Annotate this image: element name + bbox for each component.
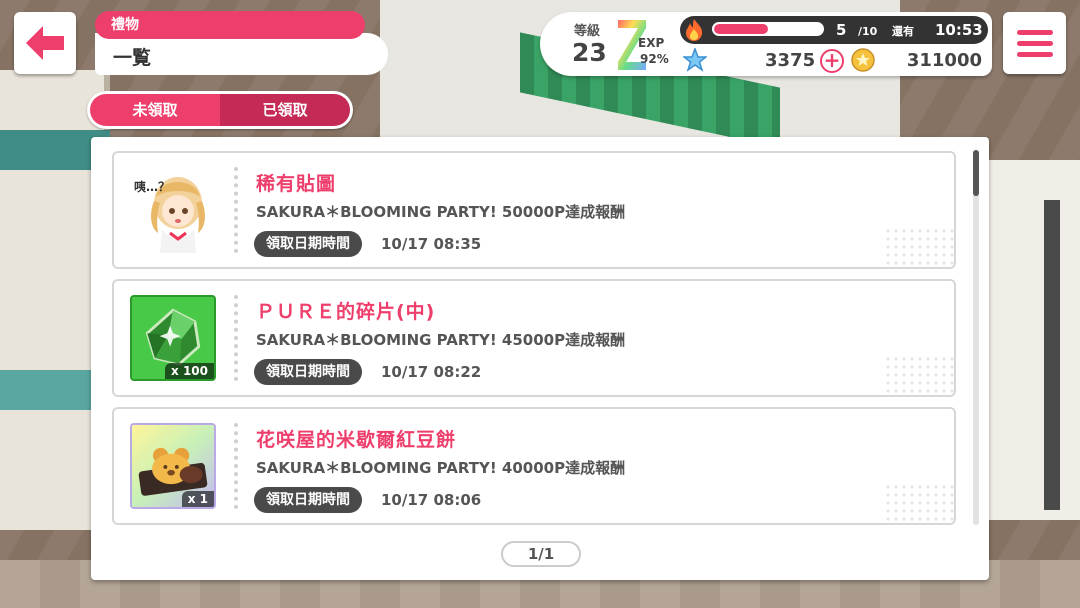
pure-shard-icon: x 100 (130, 295, 216, 381)
gift-quantity: x 1 (181, 491, 214, 507)
page-title: 一覧 (95, 33, 388, 75)
gift-item[interactable]: x 1 花咲屋的米歇爾紅豆餅 SAKURA＊BLOOMING PARTY! 40… (112, 407, 956, 525)
menu-button[interactable] (1003, 12, 1066, 74)
scrollbar-track[interactable] (973, 150, 979, 525)
claim-date-label: 領取日期時間 (254, 359, 362, 385)
coin-count: 311000 (906, 50, 982, 71)
buy-stars-button[interactable]: + (820, 49, 844, 73)
page-category: 禮物 (95, 11, 365, 39)
shop-right (980, 160, 1080, 520)
level-value: 23 (572, 38, 607, 67)
sticker-icon: 咦…？ (130, 167, 216, 253)
gift-tabs: 未領取 已領取 (87, 91, 353, 129)
gift-description: SAKURA＊BLOOMING PARTY! 40000P達成報酬 (256, 459, 626, 477)
gift-description: SAKURA＊BLOOMING PARTY! 45000P達成報酬 (256, 331, 626, 349)
tab-claimed[interactable]: 已領取 (220, 94, 350, 126)
recover-time: 10:53 (935, 21, 983, 39)
recover-label: 還有 (892, 25, 914, 38)
page-indicator: 1/1 (501, 541, 581, 567)
utility-pole (1044, 200, 1060, 510)
player-status: 等級 23 EXP 92% 5 /10 還有 10:53 3375 + 3110… (540, 12, 992, 76)
stamina-track (712, 22, 824, 36)
arrow-left-icon (26, 26, 64, 60)
menu-icon (1016, 29, 1053, 35)
scrollbar-thumb[interactable] (973, 150, 979, 196)
claim-date: 10/17 08:06 (381, 491, 482, 509)
gift-title: ＰＵＲＥ的碎片(中) (256, 301, 436, 323)
claim-date: 10/17 08:22 (381, 363, 482, 381)
sticker-text: 咦…？ (134, 180, 171, 194)
gift-title: 稀有貼圖 (256, 173, 337, 195)
page-header: 一覧 禮物 (95, 11, 390, 75)
coin-icon (851, 48, 875, 72)
back-button[interactable] (14, 12, 76, 74)
stamina-fill (714, 24, 768, 34)
stamina-max: /10 (858, 25, 878, 38)
star-count: 3375 (765, 50, 816, 71)
gift-title: 花咲屋的米歇爾紅豆餅 (256, 429, 457, 451)
fire-icon (686, 19, 703, 41)
claim-date-label: 領取日期時間 (254, 231, 362, 257)
exp-percent: 92% (640, 52, 669, 66)
gift-item[interactable]: 咦…？ 稀有貼圖 SAKURA＊BLOOMING PARTY! 50000P達成… (112, 151, 956, 269)
star-icon (683, 48, 707, 72)
tab-unclaimed[interactable]: 未領取 (90, 94, 220, 126)
exp-label: EXP (638, 36, 665, 50)
claim-date: 10/17 08:35 (381, 235, 482, 253)
gift-item[interactable]: x 100 ＰＵＲＥ的碎片(中) SAKURA＊BLOOMING PARTY! … (112, 279, 956, 397)
gift-description: SAKURA＊BLOOMING PARTY! 50000P達成報酬 (256, 203, 626, 221)
gift-quantity: x 100 (165, 363, 214, 379)
claim-date-label: 領取日期時間 (254, 487, 362, 513)
imagawayaki-icon: x 1 (130, 423, 216, 509)
level-label: 等級 (574, 24, 601, 39)
stamina-current: 5 (836, 21, 847, 39)
